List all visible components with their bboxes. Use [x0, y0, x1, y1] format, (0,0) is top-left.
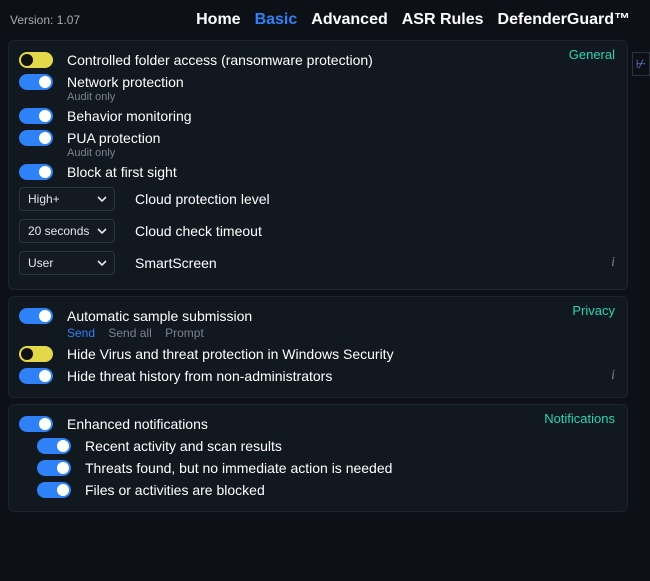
row-pua-protection: PUA protection: [19, 127, 617, 149]
topbar: Version: 1.07 Home Basic Advanced ASR Ru…: [0, 0, 650, 34]
label-recent-activity: Recent activity and scan results: [85, 438, 282, 454]
row-enhanced-notifications: Enhanced notifications: [19, 413, 617, 435]
label-hide-history: Hide threat history from non-administrat…: [67, 368, 332, 384]
nav-home[interactable]: Home: [196, 11, 240, 29]
toggle-behavior-monitoring[interactable]: [19, 108, 53, 124]
dropdown-cloud-timeout[interactable]: 20 seconds: [19, 219, 115, 243]
toggle-controlled-folder[interactable]: [19, 52, 53, 68]
panel-privacy: Privacy Automatic sample submission Send…: [8, 296, 628, 398]
label-controlled-folder: Controlled folder access (ransomware pro…: [67, 52, 373, 68]
toggle-network-protection[interactable]: [19, 74, 53, 90]
label-files-blocked: Files or activities are blocked: [85, 482, 265, 498]
row-block-first-sight: Block at first sight: [19, 161, 617, 183]
row-smartscreen: User SmartScreen i: [19, 247, 617, 279]
toggle-pua-protection[interactable]: [19, 130, 53, 146]
panel-notifications: Notifications Enhanced notifications Rec…: [8, 404, 628, 512]
label-smartscreen: SmartScreen: [135, 255, 217, 271]
row-controlled-folder: Controlled folder access (ransomware pro…: [19, 49, 617, 71]
toggle-files-blocked[interactable]: [37, 482, 71, 498]
row-cloud-timeout: 20 seconds Cloud check timeout: [19, 215, 617, 247]
info-icon[interactable]: i: [611, 368, 615, 384]
label-cloud-timeout: Cloud check timeout: [135, 223, 262, 239]
row-recent-activity: Recent activity and scan results: [19, 435, 617, 457]
label-block-first-sight: Block at first sight: [67, 164, 177, 180]
row-cloud-level: High+ Cloud protection level: [19, 183, 617, 215]
info-icon[interactable]: i: [611, 255, 615, 271]
nav-asr-rules[interactable]: ASR Rules: [402, 11, 484, 29]
chevron-down-icon: [96, 257, 108, 269]
label-auto-submit: Automatic sample submission: [67, 308, 252, 324]
label-enhanced-notifications: Enhanced notifications: [67, 416, 208, 432]
dropdown-cloud-level-value: High+: [28, 192, 60, 206]
row-hide-virus: Hide Virus and threat protection in Wind…: [19, 343, 617, 365]
row-auto-submit: Automatic sample submission: [19, 305, 617, 327]
nav-defenderguard[interactable]: DefenderGuard™: [498, 11, 630, 29]
main-nav: Home Basic Advanced ASR Rules DefenderGu…: [196, 11, 640, 29]
dropdown-smartscreen[interactable]: User: [19, 251, 115, 275]
nav-basic[interactable]: Basic: [255, 11, 298, 29]
panel-general: General Controlled folder access (ransom…: [8, 40, 628, 290]
row-threats-found: Threats found, but no immediate action i…: [19, 457, 617, 479]
auto-submit-sublinks: Send Send all Prompt: [67, 326, 617, 340]
toggle-threats-found[interactable]: [37, 460, 71, 476]
toggle-block-first-sight[interactable]: [19, 164, 53, 180]
label-cloud-level: Cloud protection level: [135, 191, 270, 207]
row-files-blocked: Files or activities are blocked: [19, 479, 617, 501]
label-behavior-monitoring: Behavior monitoring: [67, 108, 192, 124]
link-prompt[interactable]: Prompt: [165, 326, 204, 340]
link-send[interactable]: Send: [67, 326, 95, 340]
link-send-all[interactable]: Send all: [108, 326, 151, 340]
dropdown-cloud-level[interactable]: High+: [19, 187, 115, 211]
toggle-recent-activity[interactable]: [37, 438, 71, 454]
label-pua-protection: PUA protection: [67, 130, 160, 146]
toggle-enhanced-notifications[interactable]: [19, 416, 53, 432]
row-behavior-monitoring: Behavior monitoring: [19, 105, 617, 127]
dropdown-smartscreen-value: User: [28, 256, 53, 270]
chevron-down-icon: [96, 225, 108, 237]
chevron-down-icon: [96, 193, 108, 205]
dropdown-cloud-timeout-value: 20 seconds: [28, 224, 89, 238]
label-network-protection: Network protection: [67, 74, 184, 90]
row-hide-history: Hide threat history from non-administrat…: [19, 365, 617, 387]
content-scroll[interactable]: General Controlled folder access (ransom…: [0, 34, 650, 578]
row-network-protection: Network protection: [19, 71, 617, 93]
toggle-hide-virus[interactable]: [19, 346, 53, 362]
toggle-hide-history[interactable]: [19, 368, 53, 384]
side-handle-icon[interactable]: ⊬: [632, 52, 650, 76]
toggle-auto-submit[interactable]: [19, 308, 53, 324]
version-label: Version: 1.07: [10, 13, 80, 27]
label-hide-virus: Hide Virus and threat protection in Wind…: [67, 346, 394, 362]
nav-advanced[interactable]: Advanced: [311, 11, 387, 29]
label-threats-found: Threats found, but no immediate action i…: [85, 460, 392, 476]
